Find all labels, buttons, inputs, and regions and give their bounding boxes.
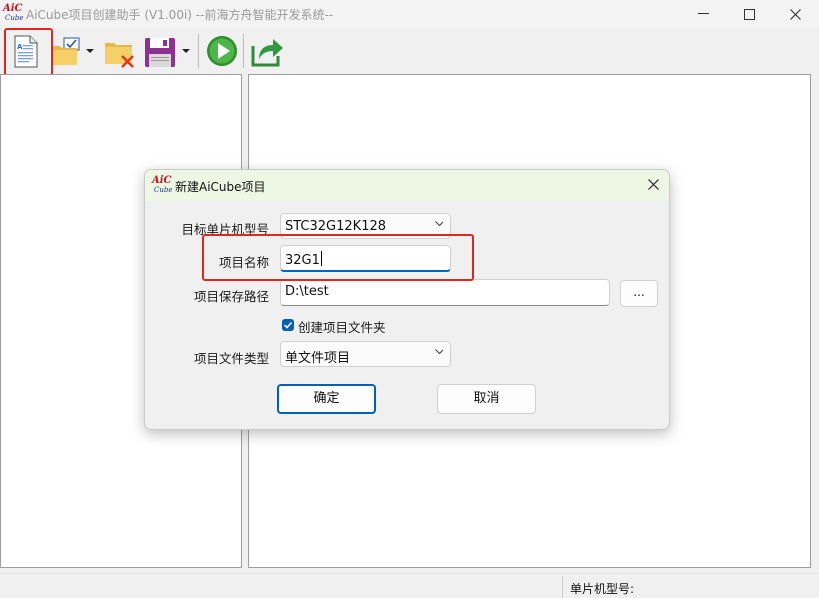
- chevron-down-icon: [435, 221, 443, 227]
- export-icon: [251, 39, 283, 67]
- minimize-icon: [697, 13, 709, 14]
- file-type-select[interactable]: 单文件项目: [280, 341, 451, 367]
- dialog-app-logo: AiC Cube: [152, 175, 173, 196]
- run-button[interactable]: [204, 32, 240, 70]
- save-project-icon: [145, 38, 175, 67]
- new-project-highlight: [4, 28, 53, 76]
- dialog-title-bar: AiC Cube 新建AiCube项目: [145, 170, 669, 201]
- file-type-label: 项目文件类型: [193, 351, 269, 366]
- export-button[interactable]: [248, 32, 286, 70]
- dialog-logo-bottom-text: Cube: [154, 186, 173, 194]
- browse-button[interactable]: ...: [620, 280, 658, 307]
- toolbar-separator: [243, 34, 244, 68]
- toolbar: A: [0, 28, 819, 74]
- close-window-button[interactable]: [772, 0, 818, 28]
- dialog-logo-top-text: AiC: [152, 175, 172, 186]
- status-mcu-label: 单片机型号:: [570, 582, 635, 596]
- status-bar: 单片机型号:: [0, 573, 819, 598]
- save-path-label: 项目保存路径: [193, 289, 269, 304]
- save-project-button[interactable]: [142, 32, 194, 70]
- status-separator: [562, 576, 563, 598]
- cancel-button[interactable]: 取消: [437, 384, 536, 414]
- checkmark-icon: [283, 321, 293, 329]
- save-path-value: D:\test: [285, 284, 329, 299]
- save-dropdown-arrow-icon[interactable]: [182, 49, 190, 53]
- vertical-scrollbar[interactable]: [811, 74, 819, 568]
- mcu-model-value: STC32G12K128: [285, 219, 387, 234]
- close-project-button[interactable]: [102, 32, 138, 70]
- maximize-icon: [743, 8, 755, 20]
- toolbar-separator: [198, 34, 199, 68]
- save-path-input[interactable]: D:\test: [280, 279, 610, 306]
- ok-button[interactable]: 确定: [277, 384, 376, 414]
- open-project-button[interactable]: [50, 32, 96, 70]
- maximize-button[interactable]: [726, 0, 772, 28]
- project-name-highlight: [202, 234, 474, 281]
- chevron-down-icon: [435, 349, 443, 355]
- file-type-value: 单文件项目: [285, 351, 351, 366]
- create-folder-label[interactable]: 创建项目文件夹: [298, 317, 386, 336]
- app-logo-icon: AiC Cube: [3, 3, 24, 24]
- run-icon: [207, 36, 237, 66]
- title-bar: AiC Cube AiCube项目创建助手 (V1.00i) --前海方舟智能开…: [0, 0, 819, 28]
- dialog-logo-icon: AiC Cube: [152, 175, 173, 196]
- create-folder-checkbox[interactable]: [282, 319, 294, 331]
- window-title: AiCube项目创建助手 (V1.00i) --前海方舟智能开发系统--: [26, 8, 334, 22]
- open-dropdown-arrow-icon[interactable]: [86, 49, 94, 53]
- close-project-icon: [105, 43, 134, 68]
- minimize-button[interactable]: [680, 0, 726, 28]
- logo-top-text: AiC: [3, 3, 23, 14]
- new-project-dialog: AiC Cube 新建AiCube项目 目标单片机型号 STC32G12K128…: [144, 169, 670, 430]
- logo-bottom-text: Cube: [5, 14, 24, 22]
- dialog-title: 新建AiCube项目: [175, 180, 266, 194]
- close-icon: [789, 8, 801, 20]
- dialog-close-button[interactable]: [641, 175, 665, 195]
- close-icon: [647, 179, 659, 190]
